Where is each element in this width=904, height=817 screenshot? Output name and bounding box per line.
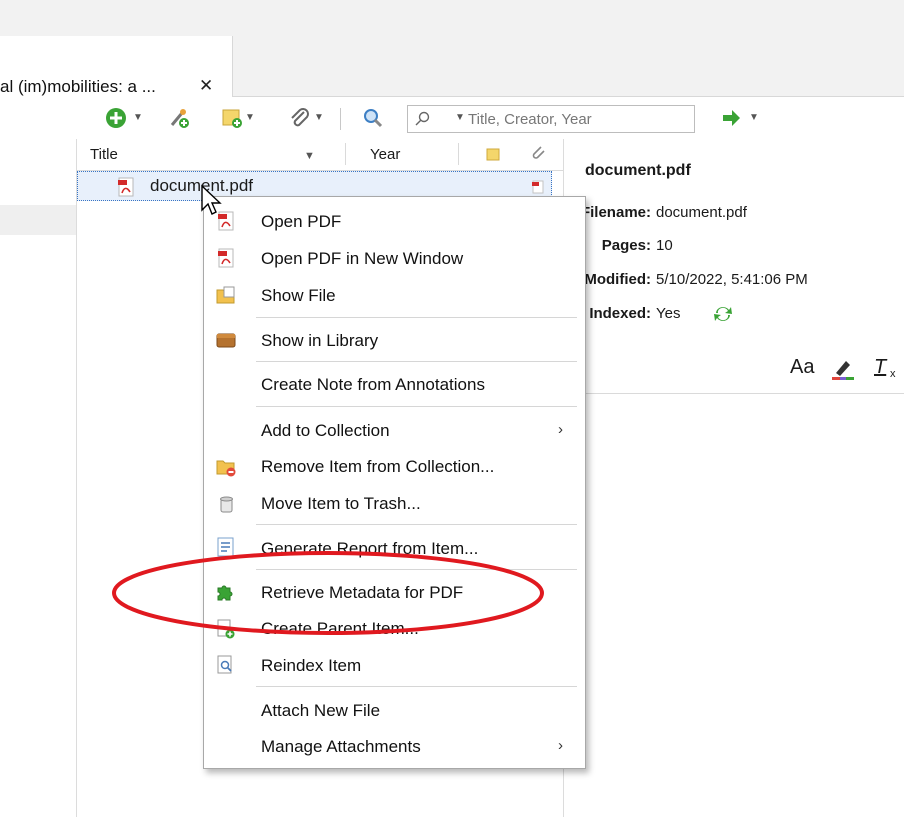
modified-value: 5/10/2022, 5:41:06 PM bbox=[656, 271, 808, 288]
menu-add-to-collection[interactable]: Add to Collection bbox=[261, 421, 390, 441]
context-menu bbox=[203, 196, 586, 769]
filename-value[interactable]: document.pdf bbox=[656, 204, 747, 221]
menu-open-pdf[interactable]: Open PDF bbox=[261, 212, 341, 232]
item-pane-divider bbox=[564, 393, 904, 394]
menu-separator bbox=[256, 406, 577, 407]
menu-reindex-item[interactable]: Reindex Item bbox=[261, 656, 361, 676]
remove-from-collection-icon bbox=[216, 460, 236, 477]
clear-formatting-x-icon: x bbox=[890, 368, 896, 380]
reindex-item-icon bbox=[217, 655, 232, 674]
pdf-icon bbox=[218, 248, 234, 268]
pages-value: 10 bbox=[656, 237, 673, 254]
menu-separator bbox=[256, 317, 577, 318]
submenu-arrow-icon: › bbox=[558, 421, 563, 438]
search-placeholder: Title, Creator, Year bbox=[468, 111, 592, 128]
add-by-identifier-icon[interactable] bbox=[168, 107, 190, 129]
menu-move-to-trash[interactable]: Move Item to Trash... bbox=[261, 494, 421, 514]
mouse-cursor-icon bbox=[201, 184, 222, 215]
item-pane-title: document.pdf bbox=[585, 162, 691, 179]
trash-icon bbox=[220, 496, 233, 513]
column-year[interactable]: Year bbox=[370, 146, 400, 163]
search-mode-dropdown-icon[interactable]: ▼ bbox=[455, 112, 465, 123]
column-divider[interactable] bbox=[458, 143, 459, 165]
pdf-attachment-icon[interactable] bbox=[531, 180, 545, 194]
menu-remove-from-collection[interactable]: Remove Item from Collection... bbox=[261, 457, 494, 477]
locate-dropdown-icon[interactable]: ▼ bbox=[749, 112, 759, 123]
pdf-icon bbox=[118, 177, 134, 197]
new-note-icon[interactable] bbox=[221, 107, 243, 129]
menu-separator bbox=[256, 524, 577, 525]
library-icon bbox=[216, 333, 236, 348]
highlight-ellipse bbox=[112, 551, 544, 635]
submenu-arrow-icon: › bbox=[558, 737, 563, 754]
toolbar-separator bbox=[340, 108, 341, 130]
attachments-column-icon[interactable] bbox=[529, 144, 547, 162]
sort-indicator-icon[interactable]: ▼ bbox=[304, 150, 315, 162]
collections-pane bbox=[0, 139, 77, 817]
highlight-icon[interactable] bbox=[830, 357, 856, 381]
attachment-icon[interactable] bbox=[288, 107, 310, 129]
menu-attach-new-file[interactable]: Attach New File bbox=[261, 701, 380, 721]
clear-formatting-icon[interactable]: T bbox=[874, 356, 886, 379]
column-divider[interactable] bbox=[345, 143, 346, 165]
menu-separator bbox=[256, 686, 577, 687]
reindex-icon[interactable] bbox=[712, 304, 734, 324]
attachment-dropdown-icon[interactable]: ▼ bbox=[314, 112, 324, 123]
menu-show-file[interactable]: Show File bbox=[261, 286, 336, 306]
menu-open-pdf-new-window[interactable]: Open PDF in New Window bbox=[261, 249, 463, 269]
show-file-icon bbox=[216, 286, 235, 304]
menu-manage-attachments[interactable]: Manage Attachments bbox=[261, 737, 421, 757]
new-item-dropdown-icon[interactable]: ▼ bbox=[133, 112, 143, 123]
advanced-search-icon[interactable] bbox=[362, 107, 384, 129]
indexed-value: Yes bbox=[656, 305, 681, 322]
menu-separator bbox=[256, 361, 577, 362]
locate-arrow-icon[interactable] bbox=[720, 107, 742, 129]
notes-column-icon[interactable] bbox=[486, 147, 500, 161]
tab-title[interactable]: al (im)mobilities: a ... bbox=[0, 77, 156, 97]
menu-show-in-library[interactable]: Show in Library bbox=[261, 331, 378, 351]
column-title[interactable]: Title bbox=[90, 146, 118, 163]
tab-close-button[interactable]: ✕ bbox=[199, 76, 213, 96]
text-format-button[interactable]: Aa bbox=[790, 356, 814, 379]
search-icon bbox=[415, 111, 430, 126]
collection-selected-row[interactable] bbox=[0, 205, 76, 235]
new-item-icon[interactable] bbox=[105, 107, 127, 129]
new-note-dropdown-icon[interactable]: ▼ bbox=[245, 112, 255, 123]
menu-create-note-from-annotations[interactable]: Create Note from Annotations bbox=[261, 375, 485, 395]
